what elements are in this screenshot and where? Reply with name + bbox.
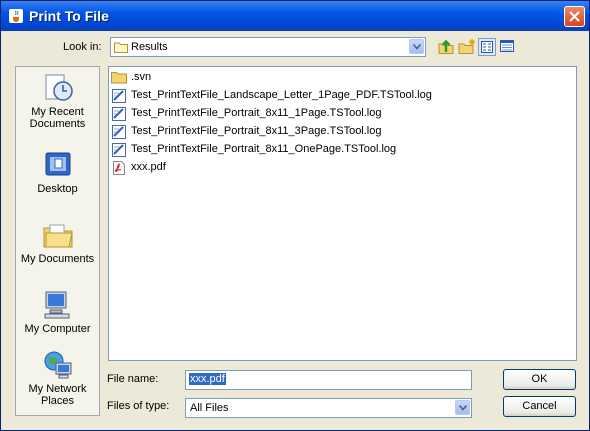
java-cup-icon xyxy=(9,9,23,23)
places-my-computer[interactable]: My Computer xyxy=(16,289,99,335)
file-name: Test_PrintTextFile_Landscape_Letter_1Pag… xyxy=(131,89,432,101)
places-recent-documents[interactable]: My Recent Documents xyxy=(16,72,99,130)
folder-icon xyxy=(111,72,127,84)
print-to-file-dialog: Print To File Look in: Results My Recent… xyxy=(0,0,590,431)
look-in-combo[interactable]: Results xyxy=(110,37,426,57)
file-name-label: File name: xyxy=(107,373,159,385)
create-new-folder-button[interactable] xyxy=(458,38,476,56)
cancel-button[interactable]: Cancel xyxy=(503,396,576,417)
list-view-button[interactable] xyxy=(478,38,496,56)
recent-documents-icon xyxy=(45,74,73,101)
chevron-down-icon xyxy=(459,405,467,411)
look-in-label: Look in: xyxy=(63,41,102,53)
details-view-button[interactable] xyxy=(498,38,516,56)
places-my-network-label-2: Places xyxy=(40,395,75,407)
file-list[interactable]: .svn Test_PrintTextFile_Landscape_Letter… xyxy=(108,66,577,361)
up-folder-icon xyxy=(438,39,454,54)
my-documents-icon xyxy=(43,224,73,248)
file-name: Test_PrintTextFile_Portrait_8x11_OnePage… xyxy=(131,143,397,155)
places-my-documents-label: My Documents xyxy=(20,253,95,265)
places-my-network[interactable]: My Network Places xyxy=(16,349,99,407)
log-file-icon xyxy=(112,125,126,139)
pdf-file-icon xyxy=(113,161,125,175)
title-bar: Print To File xyxy=(1,1,589,31)
look-in-value: Results xyxy=(131,41,168,53)
up-one-level-button[interactable] xyxy=(437,38,455,56)
folder-icon xyxy=(114,42,128,53)
places-desktop[interactable]: Desktop xyxy=(16,149,99,195)
file-name-value: xxx.pdf xyxy=(189,373,226,385)
file-name: .svn xyxy=(131,71,152,83)
file-type-label: Files of type: xyxy=(107,400,170,412)
log-file-icon xyxy=(112,143,126,157)
file-name: xxx.pdf xyxy=(131,161,166,173)
file-name-input[interactable]: xxx.pdf xyxy=(185,370,472,390)
file-name: Test_PrintTextFile_Portrait_8x11_1Page.T… xyxy=(131,107,382,119)
log-file-icon xyxy=(112,107,126,121)
look-in-dropdown-button[interactable] xyxy=(409,39,424,54)
close-icon xyxy=(569,11,580,22)
new-folder-icon xyxy=(458,39,475,54)
places-my-computer-label: My Computer xyxy=(24,323,91,335)
places-bar: My Recent Documents Desktop My Documents xyxy=(15,66,100,416)
file-type-value: All Files xyxy=(190,402,229,414)
places-recent-label-1: My Recent xyxy=(31,106,84,118)
file-name: Test_PrintTextFile_Portrait_8x11_3Page.T… xyxy=(131,125,382,137)
list-view-icon xyxy=(481,41,493,53)
my-network-places-icon xyxy=(44,351,71,379)
chevron-down-icon xyxy=(413,44,421,50)
my-computer-icon xyxy=(44,291,69,319)
desktop-icon xyxy=(45,152,70,176)
details-view-icon xyxy=(500,40,514,52)
places-desktop-label: Desktop xyxy=(37,183,78,195)
log-file-icon xyxy=(112,89,126,103)
places-my-network-label-1: My Network xyxy=(28,383,87,395)
window-title: Print To File xyxy=(29,8,109,24)
ok-button[interactable]: OK xyxy=(503,369,576,390)
places-my-documents[interactable]: My Documents xyxy=(16,219,99,265)
close-button[interactable] xyxy=(564,6,585,27)
places-recent-label-2: Documents xyxy=(29,118,86,130)
file-type-dropdown-button[interactable] xyxy=(455,400,470,415)
file-type-combo[interactable]: All Files xyxy=(185,398,472,418)
